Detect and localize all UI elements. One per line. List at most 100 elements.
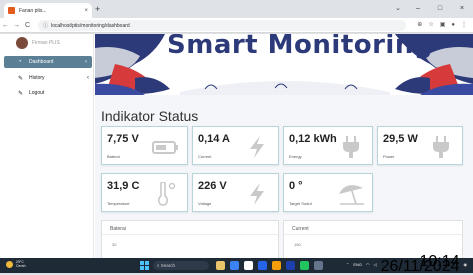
card-label: Voltage: [198, 201, 212, 206]
weather-desc: Cerah: [16, 264, 26, 268]
plug-icon: [343, 136, 359, 158]
favicon-icon: [8, 7, 15, 14]
indicator-card-temperature: 31,9 C Temperature: [101, 173, 188, 212]
web-page: Firman PLIS ◔ Dashboard ‹ ✎ History ‹ ✎ …: [0, 34, 473, 258]
reload-button[interactable]: C: [22, 22, 33, 29]
taskbar-search[interactable]: ⌕ Search: [153, 261, 209, 270]
new-tab-button[interactable]: +: [95, 3, 100, 15]
user-name: Firman PLIS: [32, 40, 60, 46]
mail-icon[interactable]: [258, 261, 267, 270]
sidebar-item-history[interactable]: ✎ History ‹: [0, 72, 94, 84]
indicator-card-target-sudut: 0 ° Target Sudut: [283, 173, 373, 212]
main-content: Smart Monitoring Indikator Status 7,75 V…: [95, 34, 473, 258]
tab-search-icon[interactable]: ⌄: [395, 4, 401, 12]
banner-title: Smart Monitoring: [167, 34, 433, 60]
card-value: 31,9 C: [107, 180, 140, 192]
search-placeholder: Search: [160, 263, 176, 268]
indicator-card-baterai: 7,75 V Baterai: [101, 126, 188, 165]
chevron-left-icon: ‹: [87, 75, 89, 81]
panel-divider: [284, 234, 462, 235]
indicator-card-power: 29,5 W Power: [377, 126, 463, 165]
plug-icon: [433, 136, 449, 158]
edit-icon: ✎: [18, 90, 24, 97]
panel-divider: [102, 234, 278, 235]
forward-button[interactable]: →: [11, 22, 22, 29]
browser-toolbar: ← → C ⓘ localhost/ptis/monitoring/dashbo…: [0, 18, 473, 33]
translate-icon[interactable]: ⊕: [417, 20, 422, 31]
dashboard-icon: ◔: [18, 59, 22, 65]
card-value: 0,14 A: [198, 133, 231, 145]
taskbar: 29°C Cerah ⌕ Search ⌃ ENG ◠ ◁ 10:14 26/1…: [0, 254, 473, 275]
profile-icon[interactable]: ●: [451, 20, 455, 31]
volume-icon[interactable]: ◁: [374, 262, 377, 267]
weather-widget[interactable]: 29°C Cerah: [6, 260, 26, 268]
card-label: Target Sudut: [289, 201, 312, 206]
chrome-icon[interactable]: [272, 261, 281, 270]
wifi-icon[interactable]: ◠: [366, 262, 370, 267]
clock-date: 26/11/2024: [380, 257, 460, 275]
app-icon[interactable]: [300, 261, 309, 270]
menu-icon[interactable]: ⋮: [461, 20, 467, 31]
battery-icon: [152, 141, 178, 154]
card-value: 7,75 V: [107, 133, 139, 145]
file-explorer-icon[interactable]: [216, 261, 225, 270]
bolt-icon: [250, 183, 264, 205]
close-window-button[interactable]: ×: [451, 0, 473, 18]
edit-icon: ✎: [18, 75, 24, 82]
indicator-card-energy: 0,12 kWh Energy: [283, 126, 373, 165]
minimize-button[interactable]: –: [407, 0, 429, 18]
sidebar-item-dashboard[interactable]: ◔ Dashboard ‹: [4, 56, 92, 68]
sidebar-item-logout[interactable]: ✎ Logout: [0, 87, 94, 99]
panel-value: 150: [294, 242, 301, 247]
maximize-button[interactable]: □: [429, 0, 451, 18]
header-banner: Smart Monitoring: [95, 34, 473, 95]
window-controls: – □ ×: [407, 0, 473, 18]
clock[interactable]: 10:14 26/11/2024: [380, 254, 460, 275]
indicator-card-current: 0,14 A Current: [192, 126, 279, 165]
card-value: 0,12 kWh: [289, 133, 337, 145]
chart-panel-baterai: Baterai 30: [101, 220, 279, 258]
panel-value: 30: [112, 242, 117, 247]
tab-strip: Fanan ptis... × + ⌄ – □ ×: [0, 0, 473, 18]
panel-title: Current: [292, 226, 309, 232]
card-value: 29,5 W: [383, 133, 418, 145]
sidebar: Firman PLIS ◔ Dashboard ‹ ✎ History ‹ ✎ …: [0, 34, 94, 258]
avatar: [16, 37, 28, 49]
card-label: Current: [198, 154, 212, 159]
browser-window: Fanan ptis... × + ⌄ – □ × ← → C ⓘ localh…: [0, 0, 473, 273]
taskbar-apps: [216, 261, 323, 270]
card-label: Power: [383, 154, 395, 159]
windows-start-icon[interactable]: [140, 261, 149, 270]
system-tray: ⌃ ENG ◠ ◁ 10:14 26/11/2024 ◉: [346, 254, 468, 275]
section-title: Indikator Status: [101, 108, 199, 124]
card-value: 0 °: [289, 180, 303, 192]
card-label: Baterai: [107, 154, 120, 159]
indicator-card-voltage: 226 V Voltage: [192, 173, 279, 212]
browser-edge-icon[interactable]: [230, 261, 239, 270]
bolt-icon: [250, 136, 264, 158]
language-indicator[interactable]: ENG: [353, 262, 362, 267]
back-button[interactable]: ←: [0, 22, 11, 29]
sidebar-item-label: Logout: [29, 90, 45, 96]
browser-tab[interactable]: Fanan ptis... ×: [4, 3, 92, 18]
sidepanel-icon[interactable]: ▣: [440, 20, 446, 31]
user-panel: Firman PLIS: [16, 37, 60, 49]
sidebar-item-label: Dashboard: [29, 59, 54, 65]
chevron-up-icon[interactable]: ⌃: [346, 262, 349, 267]
notification-icon[interactable]: ◉: [464, 262, 468, 267]
address-bar[interactable]: ⓘ localhost/ptis/monitoring/dashboard: [38, 20, 406, 31]
toolbar-icons: ⊕ ☆ ▣ ● ⋮: [417, 20, 467, 31]
card-label: Energy: [289, 154, 302, 159]
tab-close-icon[interactable]: ×: [84, 8, 88, 14]
app-icon[interactable]: [314, 261, 323, 270]
vscode-icon[interactable]: [286, 261, 295, 270]
panel-title: Baterai: [110, 226, 126, 232]
thermometer-icon: [157, 182, 176, 206]
umbrella-icon: [339, 185, 364, 205]
url-text: localhost/ptis/monitoring/dashboard: [51, 22, 130, 29]
chevron-left-icon: ‹: [85, 59, 87, 65]
site-info-icon[interactable]: ⓘ: [43, 22, 48, 29]
bookmark-star-icon[interactable]: ☆: [428, 20, 433, 31]
store-icon[interactable]: [244, 261, 253, 270]
sun-icon: [6, 260, 13, 268]
